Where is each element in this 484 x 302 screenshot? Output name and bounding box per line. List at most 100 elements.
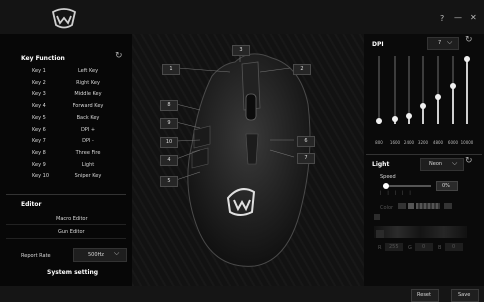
refresh-icon[interactable]: ↻: [465, 156, 473, 166]
dpi-slider-knob[interactable]: [435, 93, 441, 100]
save-label: Save: [458, 292, 471, 298]
mouse-button-callout[interactable]: 3: [232, 45, 250, 56]
mouse-button-callout[interactable]: 6: [297, 136, 315, 147]
mouse-image: [187, 53, 311, 267]
help-button[interactable]: ?: [440, 14, 444, 23]
color-indicator: [374, 214, 380, 220]
save-button[interactable]: Save: [451, 289, 479, 302]
report-rate-value: 500Hz: [88, 252, 104, 258]
r-label: R: [378, 245, 382, 251]
speed-slider-track[interactable]: [383, 185, 431, 187]
editor-title: Editor: [21, 201, 42, 208]
r-input: 255: [385, 243, 403, 251]
mouse-button-callout[interactable]: 4: [160, 155, 178, 166]
key-name: Key 1: [32, 68, 46, 74]
speed-value: 0%: [442, 183, 450, 189]
speed-slider-knob[interactable]: [383, 183, 389, 189]
key-row[interactable]: Key 1 Left Key: [0, 66, 132, 76]
speed-ticks: |||||: [380, 190, 417, 195]
key-row[interactable]: Key 3 Middle Key: [0, 89, 132, 99]
mouse-button-callout[interactable]: 10: [160, 137, 178, 148]
mouse-button-callout[interactable]: 5: [160, 176, 178, 187]
dpi-slider[interactable]: [464, 56, 470, 124]
color-picker-bar: [374, 226, 467, 238]
b-value: 0: [452, 244, 456, 250]
divider: [6, 224, 126, 225]
mouse-button-callout[interactable]: 2: [293, 64, 311, 75]
report-rate-select[interactable]: 500Hz ⌵: [73, 248, 127, 262]
dpi-slider[interactable]: [450, 56, 456, 124]
dpi-slider-knob[interactable]: [392, 115, 398, 122]
light-mode-value: Neon: [429, 161, 443, 167]
refresh-icon[interactable]: ↻: [115, 51, 123, 61]
key-row[interactable]: Key 8 Three Fire: [0, 148, 132, 158]
dpi-slider[interactable]: [435, 56, 441, 124]
key-row[interactable]: Key 5 Back Key: [0, 113, 132, 123]
light-mode-select[interactable]: Neon ⌵: [420, 158, 464, 171]
key-function-value: Light: [81, 161, 95, 168]
dpi-slider-knob[interactable]: [406, 112, 412, 119]
dpi-title: DPI: [372, 41, 384, 48]
mouse-button-callout[interactable]: 7: [297, 153, 315, 164]
color-swatch: [416, 203, 440, 209]
dpi-level-value: 7: [438, 40, 442, 46]
dpi-slider-knob[interactable]: [450, 82, 456, 89]
key-function-value: Forward Key: [72, 103, 104, 110]
minimize-button[interactable]: —: [454, 13, 462, 22]
key-function-value: Three Fire: [75, 149, 101, 156]
divider: [6, 194, 126, 195]
key-name: Key 4: [32, 103, 46, 110]
key-row[interactable]: Key 4 Forward Key: [0, 101, 132, 111]
key-function-value: Right Key: [76, 79, 100, 86]
speed-label: Speed: [380, 174, 396, 180]
key-row[interactable]: Key 7 DPI -: [0, 136, 132, 146]
dpi-level-label: 10000: [460, 140, 474, 145]
key-function-value: DPI -: [82, 138, 94, 145]
r-value: 255: [389, 244, 399, 250]
key-function-value: Back Key: [76, 114, 100, 121]
color-swatch: [444, 203, 452, 209]
speed-value-box: 0%: [436, 181, 458, 191]
divider: [6, 238, 126, 239]
light-title: Light: [372, 161, 390, 168]
key-name: Key 3: [32, 91, 46, 98]
mouse-button-callout[interactable]: 8: [160, 100, 178, 111]
key-row[interactable]: Key 10 Sniper Key: [0, 171, 132, 181]
dpi-slider-fill: [466, 59, 468, 124]
chevron-down-icon: ⌵: [447, 38, 453, 46]
color-label: Color: [380, 205, 394, 211]
reset-label: Reset: [417, 292, 431, 298]
gun-editor-button[interactable]: Gun Editor: [58, 229, 85, 235]
dpi-slider-knob[interactable]: [376, 117, 382, 124]
key-function-title: Key Function: [21, 55, 65, 62]
mouse-button-callout[interactable]: 9: [160, 118, 178, 129]
key-name: Key 9: [32, 161, 46, 168]
g-label: G: [408, 245, 412, 251]
refresh-icon[interactable]: ↻: [465, 35, 473, 45]
report-rate-label: Report Rate: [21, 253, 51, 259]
b-label: B: [438, 245, 442, 251]
color-swatch: [408, 203, 414, 209]
system-setting-button[interactable]: System setting: [47, 269, 98, 276]
key-name: Key 2: [32, 79, 46, 86]
dpi-slider-fill: [437, 96, 439, 124]
close-button[interactable]: ✕: [470, 13, 477, 22]
key-row[interactable]: Key 9 Light: [0, 160, 132, 170]
macro-editor-button[interactable]: Macro Editor: [56, 216, 88, 222]
dpi-slider[interactable]: [406, 56, 412, 124]
dpi-slider[interactable]: [392, 56, 398, 124]
chevron-down-icon: ⌵: [114, 249, 120, 257]
dpi-slider[interactable]: [376, 56, 382, 124]
key-name: Key 10: [32, 173, 50, 180]
color-swatch: [398, 203, 406, 209]
chevron-down-icon: ⌵: [452, 159, 458, 167]
reset-button[interactable]: Reset: [411, 289, 439, 302]
dpi-slider[interactable]: [420, 56, 426, 124]
b-input: 0: [445, 243, 463, 251]
mouse-button-callout[interactable]: 1: [162, 64, 180, 75]
key-name: Key 5: [32, 114, 46, 121]
key-row[interactable]: Key 2 Right Key: [0, 78, 132, 88]
dpi-level-select[interactable]: 7 ⌵: [427, 37, 459, 50]
key-name: Key 6: [32, 126, 46, 133]
key-row[interactable]: Key 6 DPI +: [0, 125, 132, 135]
